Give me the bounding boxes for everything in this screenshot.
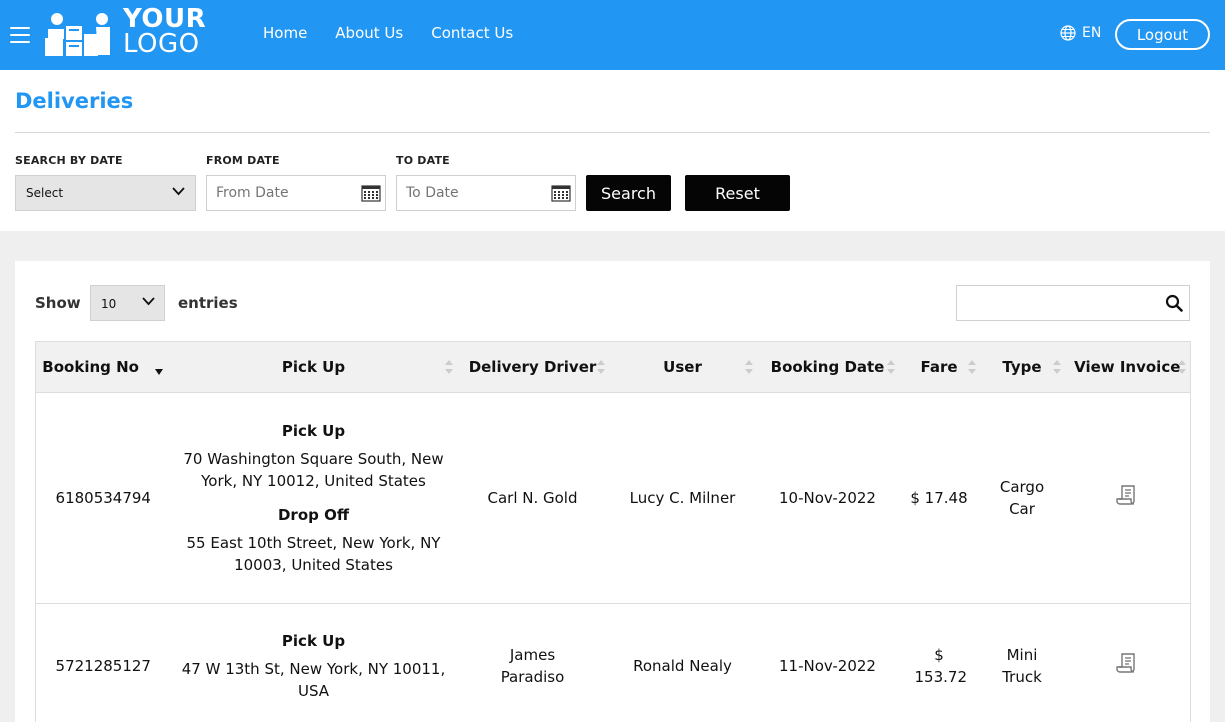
- to-date-label: TO DATE: [396, 154, 450, 167]
- column-header-user[interactable]: User: [608, 341, 757, 393]
- user-cell: Ronald Nealy: [608, 603, 757, 722]
- table-header-row: Booking No Pick Up Delivery Driver User …: [35, 341, 1191, 393]
- driver-cell: James Paradiso: [456, 603, 609, 722]
- nav-home[interactable]: Home: [263, 24, 307, 42]
- column-label: Booking No: [42, 358, 139, 376]
- logo-text: YOUR LOGO: [123, 6, 206, 59]
- table-row: 5721285127 Pick Up 47 W 13th St, New Yor…: [35, 603, 1191, 722]
- fare-cell: $ 17.48: [898, 392, 980, 604]
- page-length-select[interactable]: 10: [90, 285, 165, 321]
- sort-icon: [1052, 360, 1061, 374]
- column-header-booking-no[interactable]: Booking No: [35, 341, 171, 393]
- booking-date-cell: 10-Nov-2022: [756, 392, 899, 604]
- column-header-pick-up[interactable]: Pick Up: [170, 341, 457, 393]
- invoice-icon[interactable]: [1116, 484, 1138, 506]
- type-cell: Cargo Car: [979, 392, 1065, 604]
- type-cell: Mini Truck: [979, 603, 1065, 722]
- from-date-input[interactable]: [206, 175, 386, 211]
- column-label: Booking Date: [770, 358, 885, 376]
- fare-cell: $ 153.72: [898, 603, 980, 722]
- column-label: View Invoice: [1074, 358, 1181, 376]
- invoice-icon[interactable]: [1116, 652, 1138, 674]
- logout-button[interactable]: Logout: [1115, 19, 1210, 50]
- main-nav: Home About Us Contact Us: [263, 24, 513, 42]
- logo-icon: [45, 13, 110, 56]
- chevron-down-icon: [142, 297, 155, 306]
- reset-button[interactable]: Reset: [685, 175, 790, 211]
- pickup-address: 47 W 13th St, New York, NY 10011, USA: [181, 659, 446, 700]
- column-label: Delivery Driver: [468, 358, 597, 376]
- divider: [15, 132, 1210, 133]
- logo-line-2: LOGO: [123, 29, 200, 59]
- deliveries-table: Booking No Pick Up Delivery Driver User …: [35, 341, 1191, 722]
- language-label: EN: [1082, 25, 1102, 41]
- pickup-heading: Pick Up: [281, 422, 346, 440]
- sort-icon: [744, 360, 753, 374]
- dropoff-heading: Drop Off: [277, 506, 349, 524]
- search-button[interactable]: Search: [586, 175, 671, 211]
- sort-icon: [967, 360, 976, 374]
- booking-date-cell: 11-Nov-2022: [756, 603, 899, 722]
- nav-contact-us[interactable]: Contact Us: [431, 24, 513, 42]
- column-label: User: [663, 358, 702, 376]
- column-header-view-invoice[interactable]: View Invoice: [1064, 341, 1191, 393]
- invoice-cell: [1064, 392, 1191, 604]
- from-date-label: FROM DATE: [206, 154, 280, 167]
- page-title: Deliveries: [15, 89, 134, 113]
- invoice-cell: [1064, 603, 1191, 722]
- table-search: [956, 285, 1190, 321]
- search-icon[interactable]: [1165, 294, 1183, 312]
- calendar-icon[interactable]: [551, 184, 571, 202]
- pickup-cell: Pick Up 47 W 13th St, New York, NY 10011…: [170, 603, 457, 722]
- to-date-input[interactable]: [396, 175, 576, 211]
- entries-label: entries: [178, 294, 238, 312]
- sort-desc-icon: [155, 369, 164, 375]
- top-navbar: YOUR LOGO Home About Us Contact Us EN Lo…: [0, 0, 1225, 70]
- sort-icon: [886, 360, 895, 374]
- driver-cell: Carl N. Gold: [456, 392, 609, 604]
- column-label: Type: [1002, 358, 1042, 376]
- search-by-date-select[interactable]: Select: [15, 175, 196, 211]
- sort-icon: [596, 360, 605, 374]
- column-label: Pick Up: [281, 358, 346, 376]
- table-row: 6180534794 Pick Up 70 Washington Square …: [35, 392, 1191, 604]
- pickup-heading: Pick Up: [281, 631, 346, 650]
- nav-about-us[interactable]: About Us: [335, 24, 403, 42]
- pickup-address: 70 Washington Square South, New York, NY…: [183, 450, 444, 490]
- pickup-cell: Pick Up 70 Washington Square South, New …: [170, 392, 457, 604]
- dropoff-address: 55 East 10th Street, New York, NY 10003,…: [186, 534, 441, 574]
- column-label: Fare: [920, 358, 958, 376]
- column-header-type[interactable]: Type: [979, 341, 1065, 393]
- search-by-date-label: SEARCH BY DATE: [15, 154, 123, 167]
- search-by-date-value: Select: [26, 186, 64, 200]
- sort-icon: [444, 360, 453, 374]
- user-cell: Lucy C. Milner: [608, 392, 757, 604]
- sort-icon: [1178, 360, 1186, 374]
- column-header-booking-date[interactable]: Booking Date: [756, 341, 899, 393]
- language-selector[interactable]: EN: [1060, 25, 1101, 41]
- show-label: Show: [35, 294, 81, 312]
- globe-icon: [1060, 25, 1076, 41]
- column-header-delivery-driver[interactable]: Delivery Driver: [456, 341, 609, 393]
- column-header-fare[interactable]: Fare: [898, 341, 980, 393]
- calendar-icon[interactable]: [361, 184, 381, 202]
- menu-icon[interactable]: [10, 27, 30, 43]
- booking-no-cell: 6180534794: [35, 392, 171, 604]
- chevron-down-icon: [172, 187, 185, 196]
- table-search-input[interactable]: [957, 286, 1157, 320]
- filter-panel: Deliveries SEARCH BY DATE FROM DATE TO D…: [0, 70, 1225, 231]
- booking-no-cell: 5721285127: [35, 603, 171, 722]
- deliveries-table-card: Show 10 entries Booking No Pick Up Deliv…: [15, 261, 1210, 722]
- page-length-value: 10: [101, 297, 117, 311]
